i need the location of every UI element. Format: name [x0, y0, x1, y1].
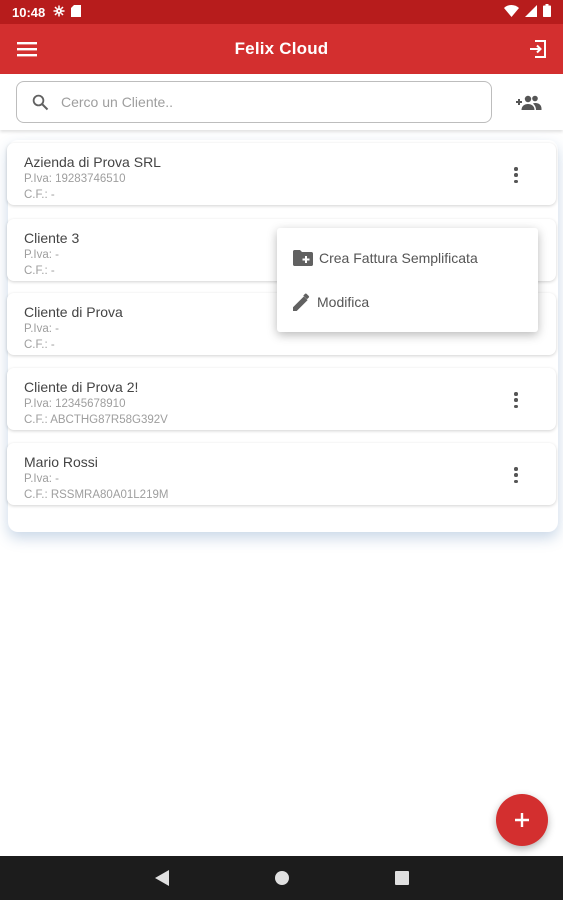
app-bar: Felix Cloud — [0, 24, 563, 74]
menu-button[interactable] — [14, 37, 40, 61]
context-menu: Crea Fattura Semplificata Modifica — [277, 228, 538, 332]
menu-item-label: Crea Fattura Semplificata — [319, 250, 478, 266]
client-name: Cliente di Prova — [24, 304, 123, 320]
menu-item-crea-fattura[interactable]: Crea Fattura Semplificata — [277, 236, 538, 280]
client-name: Mario Rossi — [24, 454, 98, 470]
wifi-icon — [504, 4, 519, 20]
client-piva: P.Iva: - — [24, 473, 59, 485]
add-people-icon — [516, 95, 542, 110]
nav-recents-button[interactable] — [392, 868, 412, 888]
search-row — [0, 74, 563, 130]
nav-home-button[interactable] — [272, 868, 292, 888]
client-cf: C.F.: RSSMRA80A01L219M — [24, 489, 169, 501]
client-card[interactable]: Cliente di Prova 2! P.Iva: 12345678910 C… — [7, 368, 556, 430]
hamburger-menu-icon — [17, 42, 37, 57]
back-triangle-icon — [155, 870, 169, 886]
client-cf: C.F.: - — [24, 265, 55, 277]
status-bar: 10:48 — [0, 0, 563, 24]
client-card[interactable]: Azienda di Prova SRL P.Iva: 19283746510 … — [7, 143, 556, 205]
folder-add-icon — [293, 250, 313, 266]
search-icon — [29, 91, 51, 113]
search-input[interactable] — [61, 94, 461, 110]
status-time: 10:48 — [12, 4, 46, 20]
client-name: Azienda di Prova SRL — [24, 154, 161, 170]
sd-card-icon — [71, 4, 82, 20]
battery-icon — [543, 4, 551, 20]
system-nav-bar — [0, 856, 563, 900]
more-options-icon[interactable] — [508, 165, 524, 185]
client-name: Cliente di Prova 2! — [24, 379, 139, 395]
nav-back-button[interactable] — [152, 868, 172, 888]
search-box[interactable] — [16, 81, 492, 123]
client-card[interactable]: Mario Rossi P.Iva: - C.F.: RSSMRA80A01L2… — [7, 443, 556, 505]
add-fab-button[interactable] — [496, 794, 548, 846]
add-client-button[interactable] — [514, 90, 544, 114]
client-piva: P.Iva: - — [24, 249, 59, 261]
client-cf: C.F.: ABCTHG87R58G392V — [24, 414, 168, 426]
more-options-icon[interactable] — [508, 390, 524, 410]
client-piva: P.Iva: 12345678910 — [24, 398, 126, 410]
settings-icon — [53, 5, 65, 20]
menu-item-label: Modifica — [317, 294, 370, 310]
more-options-icon[interactable] — [508, 465, 524, 485]
menu-item-modifica[interactable]: Modifica — [277, 280, 538, 324]
logout-icon — [530, 40, 546, 58]
app-title: Felix Cloud — [234, 39, 329, 58]
client-cf: C.F.: - — [24, 189, 55, 201]
home-circle-icon — [275, 871, 289, 885]
signal-icon — [525, 4, 537, 20]
client-piva: P.Iva: - — [24, 323, 59, 335]
pencil-icon — [293, 293, 311, 311]
plus-icon — [515, 813, 529, 827]
logout-button[interactable] — [525, 37, 551, 61]
client-cf: C.F.: - — [24, 339, 55, 351]
client-piva: P.Iva: 19283746510 — [24, 173, 126, 185]
client-name: Cliente 3 — [24, 230, 80, 246]
recents-square-icon — [395, 871, 409, 885]
